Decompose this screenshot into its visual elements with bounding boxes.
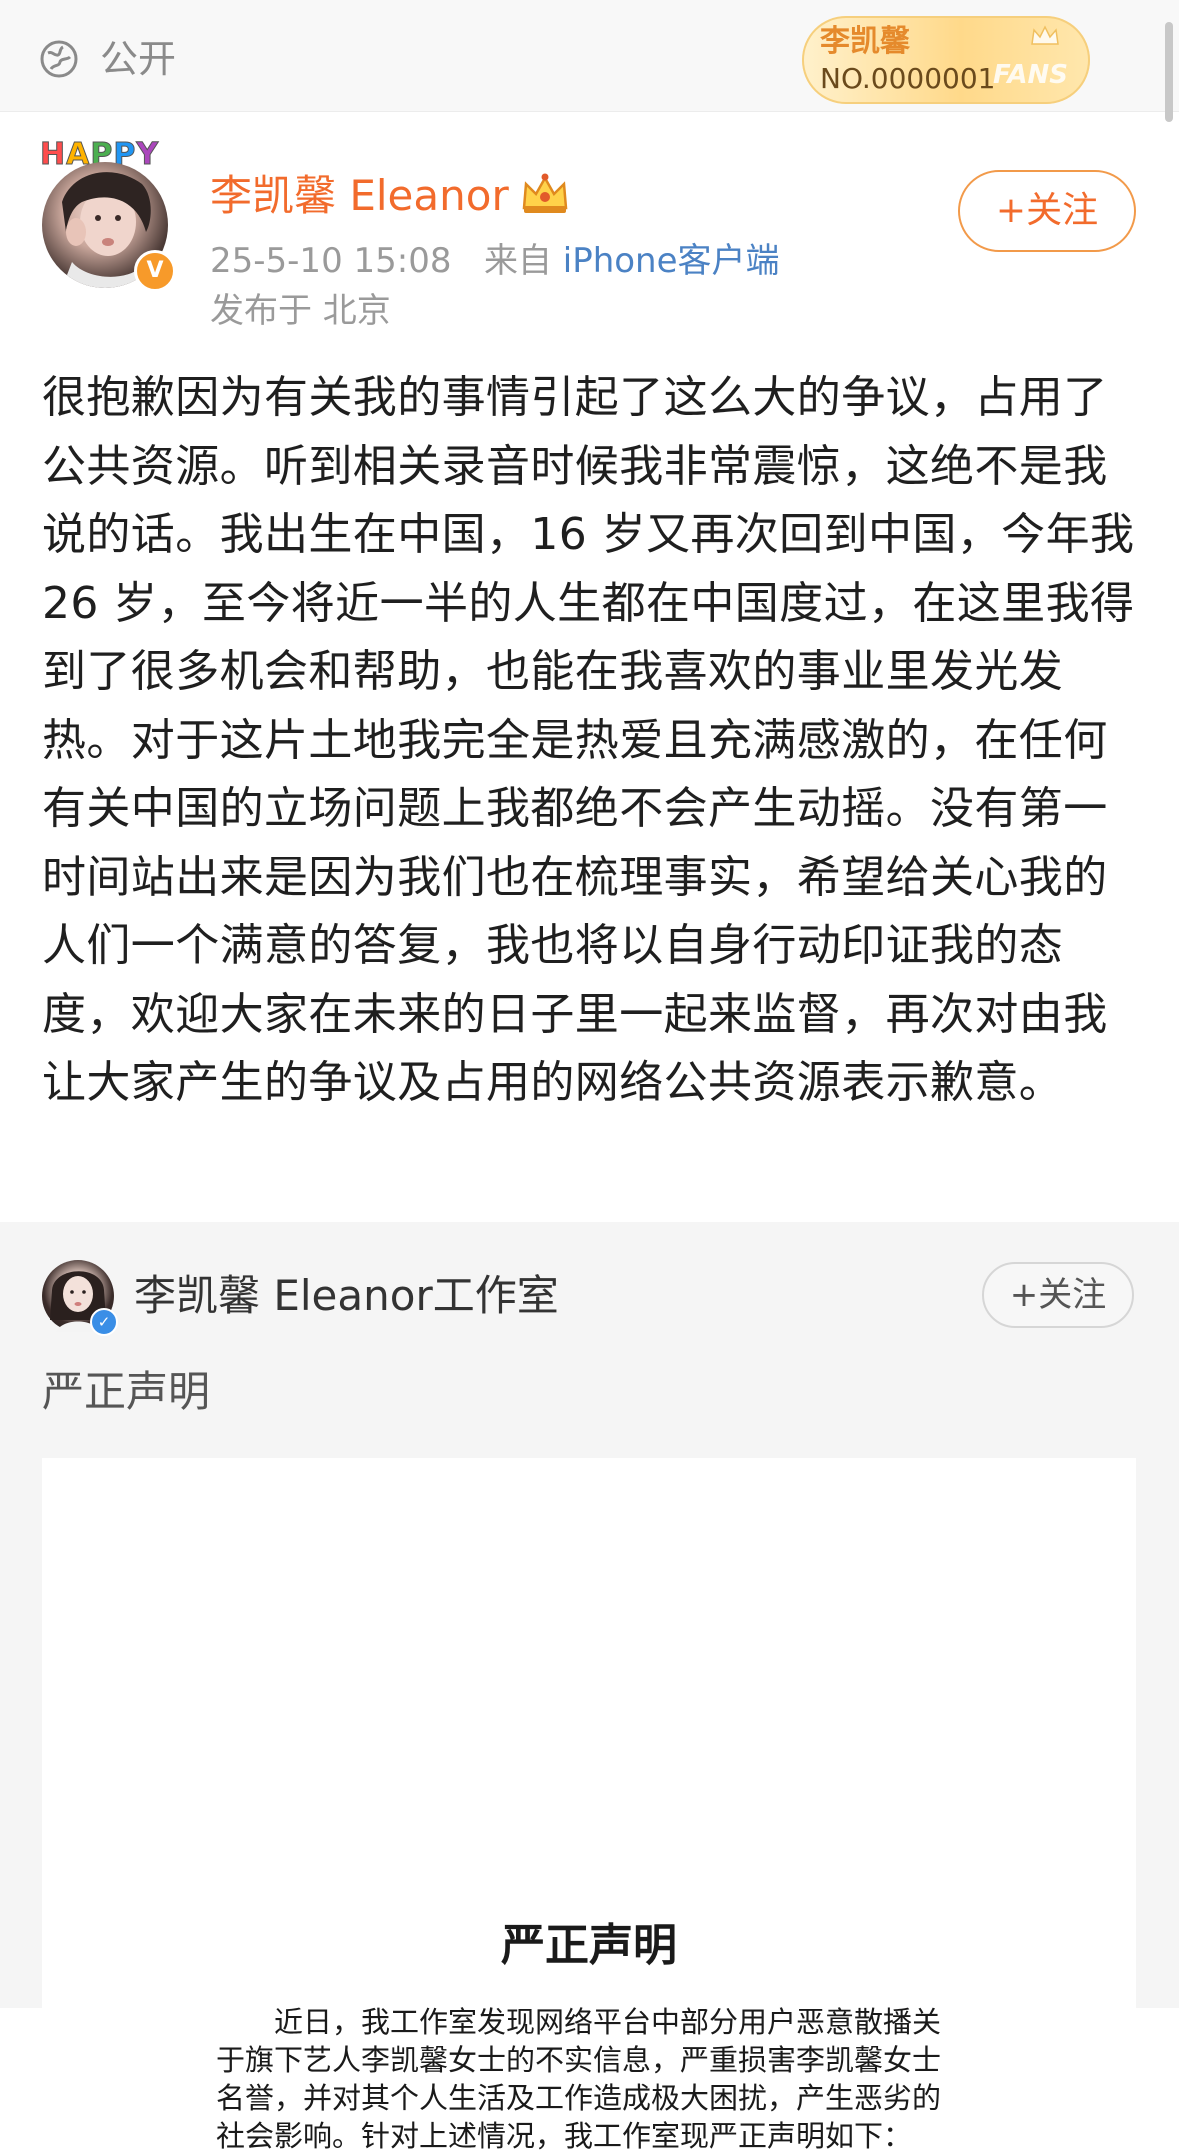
repost-title: 严正声明 bbox=[42, 1367, 211, 1416]
fans-badge-number: NO.0000001 bbox=[820, 62, 996, 95]
repost-card[interactable]: ✓ 李凯馨 Eleanor工作室 +关注 严正声明 严正声明 近日，我工作室发现… bbox=[0, 1222, 1179, 2153]
fans-badge-name: 李凯馨 bbox=[820, 24, 910, 59]
statement-heading: 严正声明 bbox=[501, 1920, 677, 1971]
post-time: 25-5-10 15:08 bbox=[210, 241, 452, 281]
scrollbar[interactable] bbox=[1165, 22, 1173, 122]
crown-icon bbox=[522, 173, 568, 213]
post-from-prefix: 来自 bbox=[483, 241, 552, 281]
follow-button[interactable]: +关注 bbox=[958, 170, 1136, 252]
fans-badge[interactable]: 李凯馨 NO.0000001 FANS bbox=[802, 16, 1090, 104]
fans-badge-word: FANS bbox=[992, 60, 1068, 90]
post-body: 很抱歉因为有关我的事情引起了这么大的争议，占用了公共资源。听到相关录音时候我非常… bbox=[42, 372, 1135, 1108]
visibility-label: 公开 bbox=[100, 37, 177, 81]
statement-body: 近日，我工作室发现网络平台中部分用户恶意散播关于旗下艺人李凯馨女士的不实信息，严… bbox=[216, 2005, 942, 2153]
post-meta: 25-5-10 15:08 来自 iPhone客户端 bbox=[210, 240, 780, 282]
verified-badge-icon: V bbox=[134, 250, 176, 292]
repost-author-name[interactable]: 李凯馨 Eleanor工作室 bbox=[134, 1270, 559, 1322]
globe-icon bbox=[40, 40, 78, 78]
post-author-name[interactable]: 李凯馨 Eleanor bbox=[210, 170, 509, 222]
verified-badge-icon: ✓ bbox=[90, 1308, 118, 1336]
top-bar: 公开 李凯馨 NO.0000001 FANS bbox=[0, 0, 1179, 122]
post-location: 发布于 北京 bbox=[210, 291, 391, 331]
statement-image[interactable]: 严正声明 近日，我工作室发现网络平台中部分用户恶意散播关于旗下艺人李凯馨女士的不… bbox=[42, 1458, 1136, 2153]
post-source-link[interactable]: iPhone客户端 bbox=[563, 241, 780, 281]
crown-icon bbox=[1031, 25, 1059, 45]
repost-follow-button[interactable]: +关注 bbox=[982, 1262, 1134, 1328]
